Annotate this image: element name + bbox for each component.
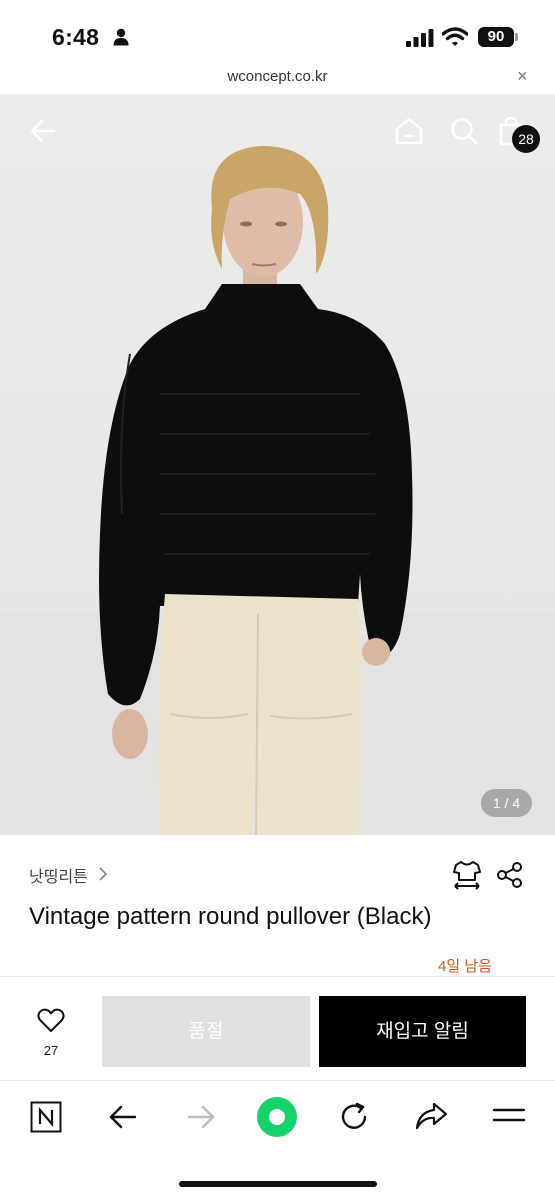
search-icon[interactable]: [449, 116, 479, 151]
naver-home-icon[interactable]: [30, 1101, 62, 1138]
browser-toolbar: [0, 1080, 555, 1200]
browser-back-icon[interactable]: [108, 1103, 138, 1136]
battery-tip: [515, 33, 518, 41]
cellular-signal-icon: [406, 29, 434, 52]
like-count: 27: [43, 1043, 59, 1058]
remaining-days: 4일 남음: [438, 958, 492, 975]
size-guide-icon[interactable]: [452, 859, 482, 896]
menu-icon[interactable]: [492, 1105, 526, 1130]
cart-count-badge[interactable]: 28: [512, 125, 540, 153]
browser-forward-icon[interactable]: [186, 1103, 216, 1136]
home-icon[interactable]: [394, 116, 424, 151]
gallery-pager: 1 / 4: [481, 789, 532, 817]
status-bar: 6:48 90: [0, 0, 555, 64]
product-info: 낫띵리튼 Vintage pattern round pullover (Bla…: [0, 835, 555, 976]
url-text[interactable]: wconcept.co.kr: [0, 68, 555, 85]
purchase-action-bar: 27 품절 재입고 알림: [0, 976, 555, 1080]
browser-url-bar[interactable]: wconcept.co.kr ×: [0, 64, 555, 94]
sold-out-button[interactable]: 품절: [102, 996, 310, 1067]
status-time: 6:48: [52, 24, 100, 50]
restock-alert-button[interactable]: 재입고 알림: [319, 996, 526, 1067]
close-icon[interactable]: ×: [517, 66, 528, 87]
heart-icon[interactable]: [30, 1007, 72, 1038]
chevron-right-icon[interactable]: [98, 866, 108, 887]
product-image-gallery[interactable]: 28 1 / 4: [0, 94, 555, 835]
share-forward-icon[interactable]: [414, 1101, 448, 1136]
home-indicator: [179, 1181, 377, 1187]
person-icon: [113, 28, 129, 51]
battery-indicator: 90: [478, 27, 514, 47]
product-photo: [0, 146, 555, 835]
share-icon[interactable]: [496, 861, 524, 894]
green-dot-icon[interactable]: [256, 1096, 298, 1143]
wifi-icon: [441, 27, 469, 52]
refresh-icon[interactable]: [338, 1101, 370, 1138]
brand-link[interactable]: 낫띵리튼: [29, 863, 88, 887]
arrow-left-icon[interactable]: [28, 116, 58, 151]
product-title: Vintage pattern round pullover (Black): [29, 903, 432, 930]
